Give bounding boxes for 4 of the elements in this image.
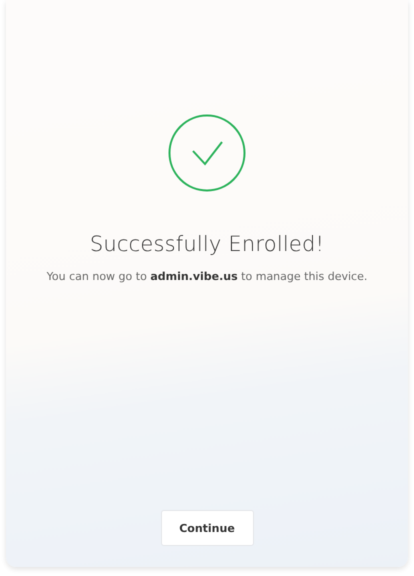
continue-button[interactable]: Continue — [160, 510, 254, 546]
instruction-text: You can now go to admin.vibe.us to manage this device. — [46, 270, 368, 283]
success-title: Successfully Enrolled! — [90, 232, 324, 256]
checkmark-circle-icon — [168, 114, 246, 192]
